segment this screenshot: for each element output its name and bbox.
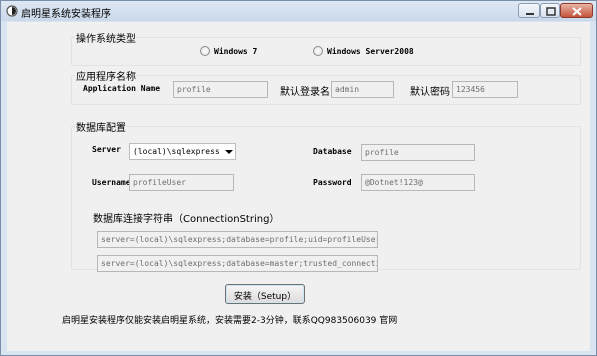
database-config-legend: 数据库配置: [75, 119, 127, 134]
username-input[interactable]: profileUser: [129, 174, 234, 191]
default-password-label: 默认密码: [410, 87, 450, 98]
default-password-input[interactable]: 123456: [452, 81, 518, 98]
username-label: Username: [92, 178, 131, 187]
installer-window: 启明星系统安装程序 操作系统类型 Windows 7 Windows Serve…: [0, 0, 597, 356]
footer-text: 启明星安装程序仅能安装启明星系统，安装需要2-3分钟，联系QQ983506039…: [62, 316, 398, 326]
default-login-label: 默认登录名: [280, 87, 330, 98]
server-label: Server: [92, 145, 121, 154]
database-label: Database: [313, 147, 352, 156]
install-button[interactable]: 安装（Setup）: [225, 284, 305, 304]
app-name-input[interactable]: profile: [173, 81, 268, 98]
close-icon: [572, 7, 582, 16]
connection-string-input[interactable]: server=(local)\sqlexpress;database=profi…: [97, 231, 378, 248]
window-title: 启明星系统安装程序: [21, 9, 111, 20]
minimize-icon: [526, 13, 534, 15]
app-name-legend: 应用程序名称: [75, 68, 137, 83]
default-login-input[interactable]: admin: [331, 81, 394, 98]
minimize-button[interactable]: [518, 3, 540, 18]
radio-windows-server2008-label[interactable]: Windows Server2008: [327, 47, 414, 56]
os-type-legend: 操作系统类型: [75, 30, 137, 45]
client-area: 操作系统类型 Windows 7 Windows Server2008 应用程序…: [7, 22, 590, 351]
db-password-input[interactable]: @Dotnet!123@: [361, 174, 475, 191]
db-password-label: Password: [313, 178, 352, 187]
database-input[interactable]: profile: [361, 144, 475, 161]
radio-windows7-label[interactable]: Windows 7: [214, 47, 257, 56]
title-bar[interactable]: 启明星系统安装程序: [1, 1, 596, 21]
app-icon: [6, 5, 18, 17]
os-type-group: [71, 37, 581, 66]
radio-windows7[interactable]: [200, 46, 210, 56]
connection-string-label: 数据库连接字符串（ConnectionString）: [93, 214, 280, 225]
server-dropdown[interactable]: (local)\sqlexpress: [129, 143, 236, 160]
master-connection-string-input[interactable]: server=(local)\sqlexpress;database=maste…: [97, 255, 378, 272]
chevron-down-icon[interactable]: [225, 150, 233, 154]
radio-windows-server2008[interactable]: [313, 46, 323, 56]
maximize-button[interactable]: [540, 3, 560, 18]
app-name-label: Application Name: [83, 84, 161, 93]
server-dropdown-value: (local)\sqlexpress: [133, 147, 220, 156]
close-button[interactable]: [560, 3, 593, 18]
maximize-icon: [546, 7, 556, 16]
